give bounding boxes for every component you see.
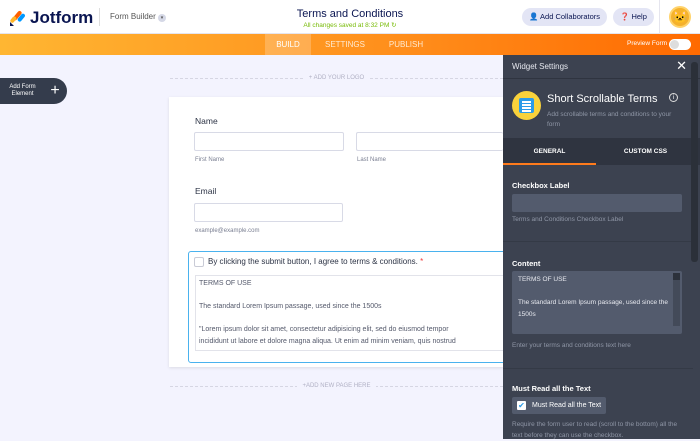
content-blank-line [518,286,668,298]
widget-name: Short Scrollable Terms [547,93,658,105]
email-input[interactable] [194,203,343,222]
must-read-hint: Require the form user to read (scroll to… [512,421,678,439]
terms-line: "Lorem ipsum dolor sit amet, consectetur… [199,326,449,333]
add-form-element-label: Add Form Element [9,84,36,97]
terms-blank-line [199,290,501,302]
name-label: Name [195,116,218,126]
content-line: The standard Lorem Ipsum passage, used s… [518,299,668,318]
panel-tabs: GENERAL CUSTOM CSS [503,138,700,165]
divider [503,241,693,242]
tab-general[interactable]: GENERAL [503,138,596,165]
plus-icon: + [50,82,60,99]
must-read-heading: Must Read all the Text [512,384,591,393]
divider [503,368,693,369]
terms-line: The standard Lorem Ipsum passage, used s… [199,303,382,310]
terms-checkbox-text: By clicking the submit button, I agree t… [208,257,418,266]
form-builder-label: Form Builder [110,12,156,21]
help-label: Help [631,12,647,21]
checkbox-label-heading: Checkbox Label [512,181,570,190]
must-read-option[interactable]: ✔ Must Read all the Text [512,397,606,414]
add-page-label: +ADD NEW PAGE HERE [297,383,376,389]
header-divider [659,0,660,34]
email-label: Email [195,186,217,196]
panel-title: Widget Settings [503,55,700,79]
help-button[interactable]: ❓ Help [613,8,654,26]
help-icon: ❓ [620,12,630,21]
must-read-option-label: Must Read all the Text [532,402,602,409]
tab-custom-css[interactable]: CUSTOM CSS [599,138,692,165]
info-icon[interactable]: i [669,93,678,102]
tab-publish[interactable]: PUBLISH [378,34,434,55]
required-mark: * [420,257,424,266]
terms-checkbox[interactable] [194,257,204,267]
add-collaborators-label: Add Collaborators [540,12,601,21]
terms-line: TERMS OF USE [199,280,252,287]
content-heading: Content [512,259,541,268]
top-header: Jotform Form Builder ▾ Terms and Conditi… [0,0,700,34]
close-icon[interactable]: ✕ [676,58,687,74]
widget-description: Add scrollable terms and conditions to y… [547,111,672,128]
terms-line: incididunt ut labore et dolore magna ali… [199,337,456,345]
first-name-input[interactable] [194,132,344,151]
add-collaborators-button[interactable]: 👤 Add Collaborators [522,8,608,26]
add-logo-label: + ADD YOUR LOGO [303,75,370,81]
user-icon: 👤 [529,12,539,21]
terms-checkbox-label: By clicking the submit button, I agree t… [208,257,423,266]
preview-form-toggle[interactable] [669,39,691,50]
textarea-scrollbar[interactable] [673,273,680,326]
last-name-input[interactable] [356,132,503,151]
panel-scrollbar[interactable] [691,62,698,262]
terms-blank-line [199,313,501,325]
preview-form-label: Preview Form [627,40,668,47]
content-textarea[interactable]: TERMS OF USE The standard Lorem Ipsum pa… [512,271,682,334]
refresh-icon: ↻ [391,22,397,29]
widget-icon [512,91,541,120]
avatar[interactable]: 🐱 [669,6,691,28]
checkbox-label-hint: Terms and Conditions Checkbox Label [512,216,624,223]
widget-settings-panel: Widget Settings ✕ Short Scrollable Terms… [503,55,700,439]
add-new-page-link[interactable]: +ADD NEW PAGE HERE [170,383,503,393]
tab-settings[interactable]: SETTINGS [315,34,375,55]
email-sublabel: example@example.com [195,228,260,234]
save-status-text: All changes saved at 8:32 PM [303,22,390,29]
checkmark-icon[interactable]: ✔ [517,401,526,410]
first-name-sublabel: First Name [195,157,225,163]
checkbox-label-input[interactable] [512,194,682,212]
add-form-element-button[interactable]: Add Form Element + [0,78,67,104]
add-logo-link[interactable]: + ADD YOUR LOGO [170,75,503,85]
tab-build[interactable]: BUILD [265,34,311,55]
terms-scroll-box[interactable]: TERMS OF USE The standard Lorem Ipsum pa… [195,275,505,351]
content-line: TERMS OF USE [518,276,567,283]
last-name-sublabel: Last Name [357,157,387,163]
content-hint: Enter your terms and conditions text her… [512,342,631,349]
